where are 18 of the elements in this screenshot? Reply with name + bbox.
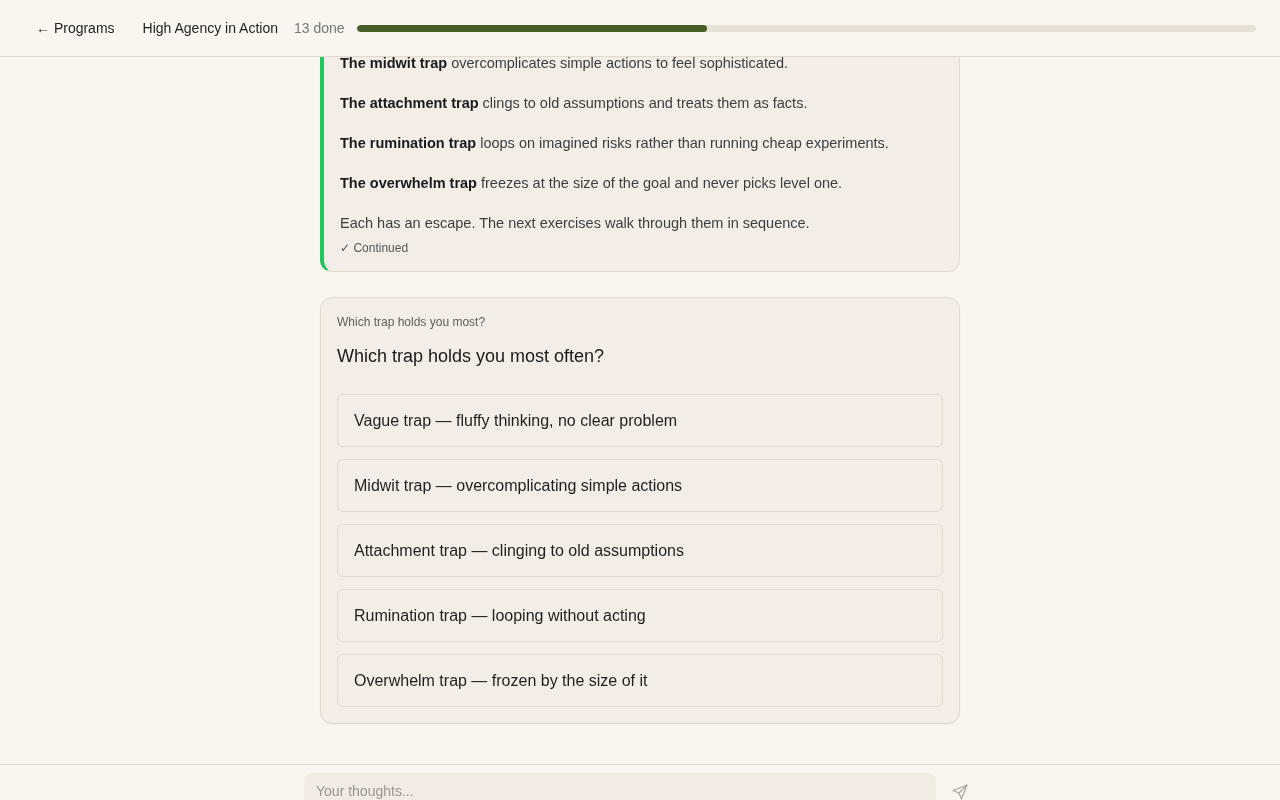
input-field[interactable]: Your thoughts... (304, 773, 936, 800)
back-link[interactable]: ← Programs (36, 19, 115, 37)
answer-option[interactable]: Attachment trap — clinging to old assumptions (337, 524, 943, 577)
answer-option[interactable]: Midwit trap — overcomplicating simple actions (337, 459, 943, 512)
continued-status: ✓ Continued (340, 240, 410, 256)
answer-option[interactable]: Vague trap — fluffy thinking, no clear problem (337, 394, 943, 447)
send-icon[interactable] (952, 784, 968, 800)
program-title: High Agency in Action (142, 19, 278, 37)
answer-option[interactable]: Rumination trap — looping without acting (337, 589, 943, 642)
answer-option[interactable]: Overwhelm trap — frozen by the size of it (337, 654, 943, 707)
lesson-paragraph: The midwit trap overcomplicates simple actions to feel sophisticated. (340, 57, 790, 73)
lesson-paragraph: The attachment trap clings to old assumptions and treats them as facts. (340, 94, 809, 113)
question-label: Which trap holds you most? (337, 314, 487, 330)
lesson-paragraph: Each has an escape. The next exercises walk through them in sequence. (340, 214, 811, 233)
question-title: Which trap holds you most often? (337, 345, 606, 368)
progress-label: 13 done (294, 19, 345, 37)
lesson-paragraph: The overwhelm trap freezes at the size of the goal and never picks level one. (340, 174, 844, 193)
lesson-paragraph: The rumination trap loops on imagined risks rather than running cheap experiments. (340, 134, 890, 153)
